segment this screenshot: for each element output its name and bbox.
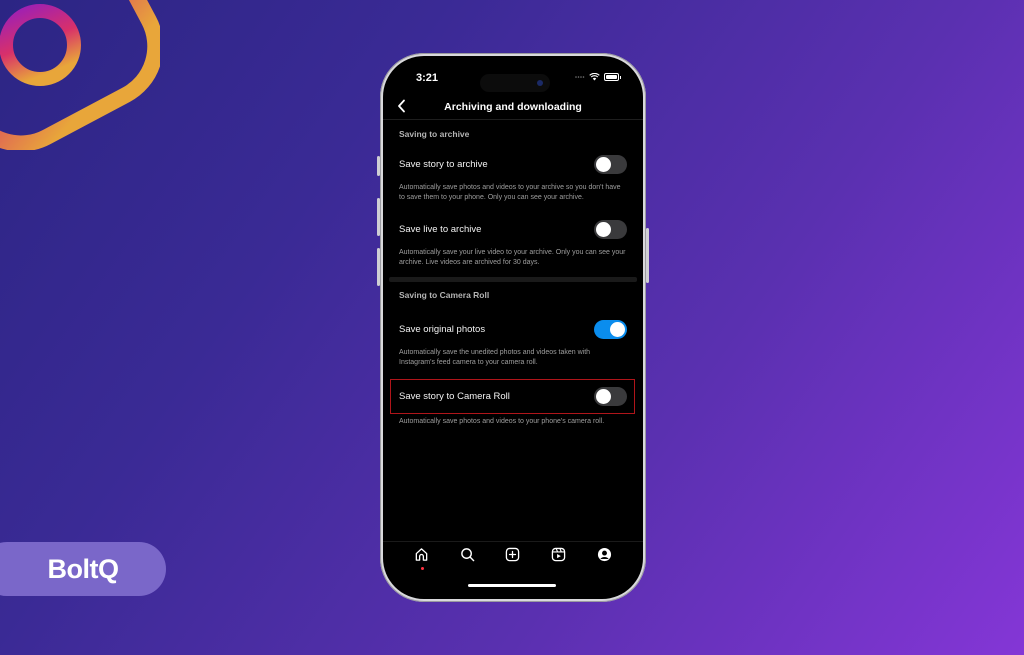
phone-volume-up-button	[377, 198, 380, 236]
tab-profile[interactable]	[594, 545, 614, 565]
nav-header: Archiving and downloading	[383, 96, 643, 120]
toggle-knob	[596, 388, 611, 404]
setting-description: Automatically save photos and videos to …	[399, 184, 621, 201]
setting-row-save-story-to-archive: Save story to archive	[383, 147, 643, 181]
toggle-knob	[610, 321, 625, 337]
setting-row-save-live-to-archive: Save live to archive	[383, 212, 643, 246]
settings-content: Saving to archive Save story to archive …	[383, 121, 643, 427]
signal-dots-icon	[575, 76, 585, 78]
section-title: Saving to Camera Roll	[399, 290, 490, 300]
bottom-tab-bar	[383, 541, 643, 570]
profile-icon	[597, 547, 611, 562]
page-title: Archiving and downloading	[444, 101, 582, 113]
toggle-save-story-to-camera-roll[interactable]	[594, 386, 627, 406]
home-indicator[interactable]	[468, 584, 556, 587]
brand-badge: BoltQ	[0, 542, 166, 596]
instagram-logo-decoration-icon	[0, 0, 160, 150]
status-time: 3:21	[416, 72, 439, 84]
status-bar: 3:21	[383, 56, 643, 96]
phone-frame: 3:21 Archiving and downloading Saving to…	[377, 53, 649, 602]
reels-icon	[551, 547, 566, 562]
setting-label: Save original photos	[399, 323, 486, 335]
setting-row-save-story-to-camera-roll: Save story to Camera Roll	[383, 379, 643, 414]
phone-screen: 3:21 Archiving and downloading Saving to…	[383, 56, 643, 599]
brand-name: BoltQ	[47, 553, 120, 584]
tab-create[interactable]	[503, 545, 523, 565]
toggle-save-live-to-archive[interactable]	[594, 219, 627, 239]
phone-power-button	[646, 228, 649, 283]
status-icons	[575, 73, 621, 81]
tab-reels[interactable]	[549, 545, 569, 565]
tab-home[interactable]	[412, 545, 432, 570]
toggle-knob	[596, 156, 611, 172]
phone-volume-down-button	[377, 248, 380, 286]
camera-indicator	[537, 80, 543, 86]
setting-description: Automatically save photos and videos to …	[399, 418, 605, 425]
search-icon	[461, 548, 475, 562]
setting-row-save-original-photos: Save original photos	[383, 312, 643, 346]
section-title: Saving to archive	[399, 129, 470, 139]
battery-icon	[604, 73, 621, 81]
toggle-save-original-photos[interactable]	[594, 319, 627, 339]
home-icon	[415, 548, 428, 561]
setting-description: Automatically save the unedited photos a…	[399, 349, 591, 366]
phone-action-button	[377, 156, 380, 176]
notification-dot	[420, 566, 424, 570]
setting-label: Save live to archive	[399, 223, 482, 235]
wifi-icon	[589, 73, 600, 81]
plus-square-icon	[506, 547, 520, 562]
toggle-knob	[596, 221, 611, 237]
tab-search[interactable]	[457, 545, 477, 565]
toggle-save-story-to-archive[interactable]	[594, 154, 627, 174]
setting-label: Save story to archive	[399, 158, 488, 170]
setting-description: Automatically save your live video to yo…	[399, 249, 626, 266]
